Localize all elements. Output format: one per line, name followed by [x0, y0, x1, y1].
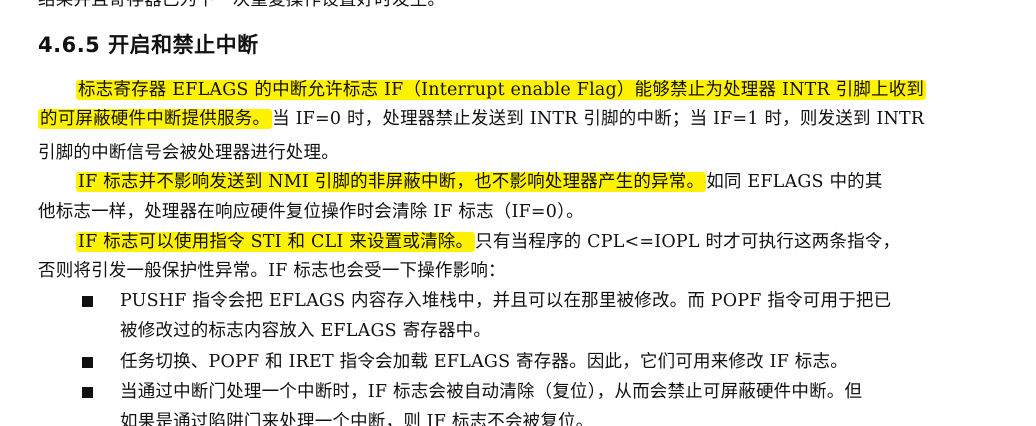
highlighted-text: 标志寄存器 EFLAGS 的中断允许标志 IF（Interrupt enable… [76, 80, 927, 100]
body-text: 当 IF=0 时，处理器禁止发送到 INTR 引脚的中断；当 IF=1 时，则发… [272, 109, 925, 129]
paragraph-3-line-2: 否则将引发一般保护性异常。IF 标志也会受一下操作影响： [38, 261, 506, 281]
paragraph-1-line-3: 引脚的中断信号会被处理器进行处理。 [38, 143, 339, 163]
section-heading: 4.6.5 开启和禁止中断 [38, 33, 259, 57]
highlighted-text: 的可屏蔽硬件中断提供服务。 [38, 109, 273, 129]
paragraph-1-line-1: 标志寄存器 EFLAGS 的中断允许标志 IF（Interrupt enable… [76, 78, 927, 102]
bullet-square-icon [82, 387, 93, 398]
highlighted-text: IF 标志可以使用指令 STI 和 CLI 来设置或清除。 [76, 232, 476, 252]
bullet-3-line-2: 如果是通过陷阱门来处理一个中断，则 IF 标志不会被复位。 [120, 412, 594, 426]
bullet-2-line-1: 任务切换、POPF 和 IRET 指令会加载 EFLAGS 寄存器。因此，它们可… [120, 352, 848, 372]
bullet-square-icon [82, 296, 93, 307]
document-page: 结果并且寄存器已为下一次重复操作设置好时发生。 4.6.5 开启和禁止中断 标志… [0, 0, 1036, 426]
bullet-square-icon [82, 357, 93, 368]
bullet-3-line-1: 当通过中断门处理一个中断时，IF 标志会被自动清除（复位），从而会禁止可屏蔽硬件… [120, 382, 863, 402]
body-text: 如同 EFLAGS 中的其 [706, 172, 883, 192]
highlighted-text: IF 标志并不影响发送到 NMI 引脚的非屏蔽中断，也不影响处理器产生的异常。 [76, 172, 707, 192]
bullet-1-line-2: 被修改过的标志内容放入 EFLAGS 寄存器中。 [120, 321, 492, 341]
bullet-1-line-1: PUSHF 指令会把 EFLAGS 内容存入堆栈中，并且可以在那里被修改。而 P… [120, 291, 892, 311]
paragraph-3-line-1: IF 标志可以使用指令 STI 和 CLI 来设置或清除。 只有当程序的 CPL<… [76, 230, 900, 254]
previous-paragraph-text: 结果并且寄存器已为下一次重复操作设置好时发生。 [38, 0, 446, 10]
body-text: 只有当程序的 CPL<=IOPL 时才可执行这两条指令， [475, 232, 901, 252]
paragraph-1-line-2: 的可屏蔽硬件中断提供服务。当 IF=0 时，处理器禁止发送到 INTR 引脚的中… [38, 107, 924, 131]
paragraph-2-line-1: IF 标志并不影响发送到 NMI 引脚的非屏蔽中断，也不影响处理器产生的异常。如… [76, 170, 883, 194]
paragraph-2-line-2: 他标志一样，处理器在响应硬件复位操作时会清除 IF 标志（IF=0）。 [38, 202, 584, 222]
